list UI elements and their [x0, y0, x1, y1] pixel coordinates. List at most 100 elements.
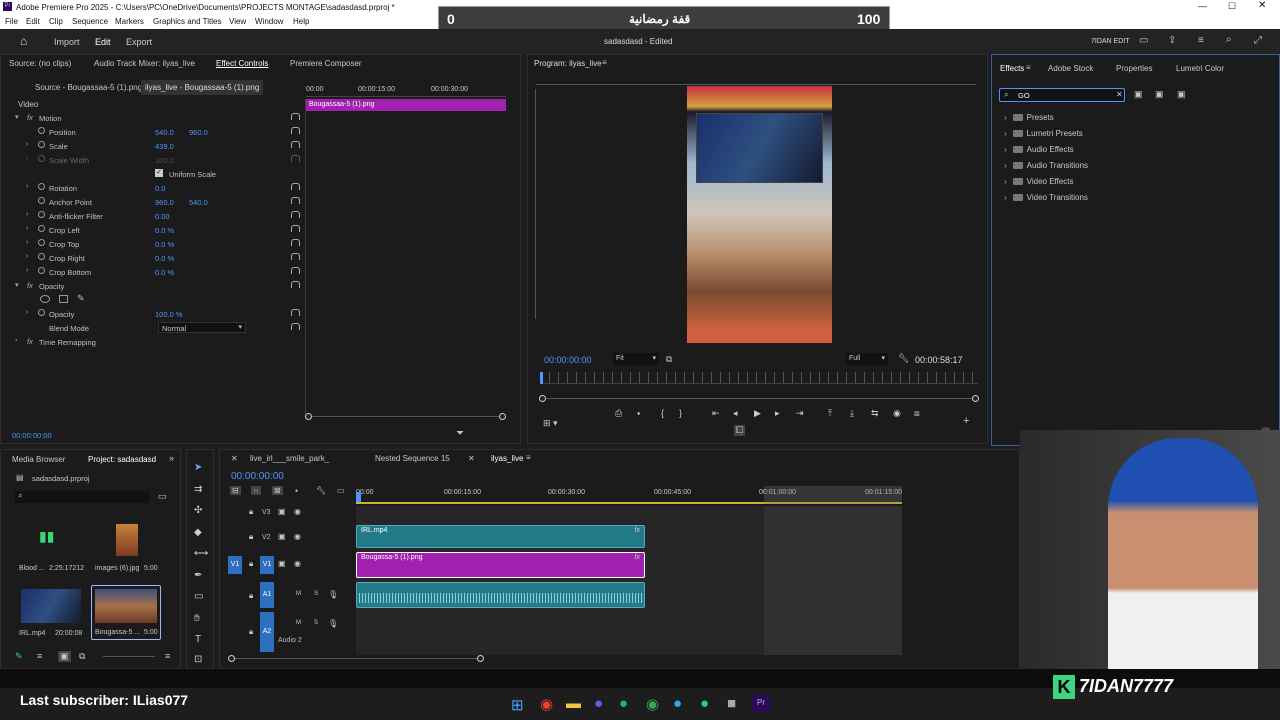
panel-icon[interactable]: ▭: [1139, 35, 1148, 46]
pen-tool-icon[interactable]: ✒: [194, 570, 202, 581]
folder-video-effects[interactable]: › Video Effects: [1004, 177, 1204, 193]
grid-icon[interactable]: ⊞ ▾: [543, 418, 558, 429]
close-icon[interactable]: ✕: [1258, 0, 1266, 11]
project-item[interactable]: IRL.mp4 20:00:08: [15, 585, 85, 640]
prop-motion[interactable]: ▾ fx Motion: [1, 111, 301, 125]
slip-tool-icon[interactable]: ⟷: [194, 548, 208, 559]
seq-tab[interactable]: Nested Sequence 15: [375, 454, 450, 463]
marker-icon[interactable]: ⬩: [637, 408, 640, 419]
seq-tab-active[interactable]: ilyas_live: [491, 454, 523, 463]
lock-icon[interactable]: 🔒︎: [249, 591, 253, 601]
mic-icon[interactable]: 🎙︎: [328, 590, 338, 599]
subtab-sequence-clip[interactable]: ilyas_live - Bougassaa-5 (1).png: [141, 80, 264, 95]
menu-sequence[interactable]: Sequence: [72, 17, 108, 26]
tab-effects[interactable]: Effects: [1000, 64, 1024, 73]
discord-icon[interactable]: ●: [594, 695, 603, 712]
mute-button[interactable]: M: [296, 620, 301, 626]
timeline-zoom-scroll[interactable]: [228, 655, 484, 662]
minimize-icon[interactable]: —: [1198, 1, 1207, 11]
razor-tool-icon[interactable]: ◆: [194, 527, 202, 538]
pencil-icon[interactable]: ✎: [15, 651, 23, 662]
nest-icon[interactable]: ⊟: [230, 486, 241, 495]
timeline-timecode[interactable]: 00:00:00:00: [231, 471, 284, 482]
eye-icon[interactable]: ◉: [294, 559, 301, 568]
eye-icon[interactable]: ◉: [294, 532, 301, 541]
premiere-taskbar-icon[interactable]: Pr: [752, 694, 770, 712]
prop-scale[interactable]: › Scale 439.0: [1, 139, 301, 153]
add-button-icon[interactable]: +: [963, 415, 969, 427]
prop-anchor-point[interactable]: Anchor Point 960.0 540.0: [1, 195, 301, 209]
sync-icon[interactable]: ▣: [278, 507, 286, 516]
ec-timecode[interactable]: 00:00:00:00: [12, 431, 52, 440]
close-tab-icon[interactable]: ✕: [468, 454, 475, 463]
freeform-view-icon[interactable]: ⧉: [79, 651, 85, 662]
track-select-icon[interactable]: ⇉: [194, 484, 202, 495]
32bit-icon[interactable]: ▣: [1155, 89, 1164, 100]
yuv-icon[interactable]: ▣: [1177, 89, 1186, 100]
tab-export[interactable]: Export: [126, 37, 152, 47]
program-scrubber[interactable]: [540, 372, 978, 384]
track-header-v2[interactable]: V2 🔒︎ ▣ ◉: [220, 530, 354, 546]
close-tab-icon[interactable]: ✕: [231, 454, 238, 463]
playhead[interactable]: [540, 372, 543, 384]
menu-window[interactable]: Window: [255, 17, 283, 26]
go-to-out-icon[interactable]: ⇥: [796, 408, 804, 419]
list-view-icon[interactable]: ≡: [37, 651, 42, 661]
wrench-icon[interactable]: 🔧︎: [898, 353, 909, 364]
export-frame-icon[interactable]: ⎙: [615, 408, 622, 419]
spotify-icon[interactable]: ●: [619, 695, 628, 712]
step-back-icon[interactable]: ◂: [733, 408, 738, 419]
sync-icon[interactable]: ▣: [278, 559, 286, 568]
prop-blend-mode[interactable]: Blend Mode Normal ▾: [1, 321, 301, 335]
solo-button[interactable]: S: [314, 591, 318, 597]
tab-import[interactable]: Import: [54, 37, 80, 47]
playhead-marker[interactable]: [356, 492, 361, 502]
program-zoom-scroll[interactable]: [539, 395, 979, 402]
clip-png[interactable]: Bougassa-5 (1).png fx: [356, 552, 645, 578]
prop-position[interactable]: Position 540.0 960.0: [1, 125, 301, 139]
go-to-in-icon[interactable]: ⇤: [712, 408, 720, 419]
lock-icon[interactable]: 🔒︎: [249, 627, 253, 637]
sort-icon[interactable]: ≡: [165, 651, 170, 661]
ellipse-mask-icon[interactable]: [40, 295, 50, 303]
windows-start-icon[interactable]: ⊞: [511, 696, 524, 714]
eye-icon[interactable]: ◉: [294, 507, 301, 516]
tab-project[interactable]: Project: sadasdasd: [88, 455, 156, 464]
icon-view-icon[interactable]: ▣: [58, 651, 71, 662]
track-header-a1[interactable]: 🔒︎ A1 M S 🎙︎: [220, 582, 354, 608]
filter-icon[interactable]: ⏷: [456, 428, 464, 439]
project-item-selected[interactable]: Bougassa-5 ... 5:00: [91, 585, 161, 640]
accelerated-icon[interactable]: ▣: [1134, 89, 1143, 100]
fullscreen-icon[interactable]: ⤢: [1254, 35, 1262, 46]
menu-clip[interactable]: Clip: [49, 17, 63, 26]
chrome-alt-icon[interactable]: ◉: [646, 695, 659, 713]
blend-mode-select[interactable]: Normal ▾: [158, 322, 246, 333]
expand-panels-icon[interactable]: »: [169, 453, 174, 463]
type-tool-icon[interactable]: T: [195, 634, 201, 645]
linked-icon[interactable]: ⊠: [272, 486, 283, 495]
lift-icon[interactable]: ⤒: [828, 408, 832, 419]
track-header-v3[interactable]: V3 🔒︎ ▣ ◉: [220, 505, 354, 521]
clip-audio[interactable]: [356, 582, 645, 608]
camera-icon[interactable]: ◉: [893, 408, 901, 419]
panel-menu-icon[interactable]: ≡: [526, 453, 531, 462]
folder-video-transitions[interactable]: › Video Transitions: [1004, 193, 1204, 209]
effects-search-input[interactable]: GO: [1018, 91, 1030, 100]
tab-source[interactable]: Source: (no clips): [9, 59, 71, 68]
app-icon-generic[interactable]: ■: [727, 695, 736, 712]
menu-file[interactable]: File: [5, 17, 18, 26]
prop-crop-right[interactable]: › Crop Right 0.0 %: [1, 251, 301, 265]
lock-icon[interactable]: 🔒︎: [249, 559, 253, 569]
search-icon[interactable]: ⌕: [1226, 34, 1232, 45]
video-frame[interactable]: [687, 86, 832, 343]
sync-icon[interactable]: ▣: [278, 532, 286, 541]
prop-uniform-scale[interactable]: ✓ Uniform Scale: [1, 167, 301, 181]
share-icon[interactable]: ⇪: [1168, 35, 1176, 46]
prop-anti-flicker[interactable]: › Anti-flicker Filter 0.00: [1, 209, 301, 223]
add-marker-icon[interactable]: ⬩: [295, 486, 298, 496]
snap-icon[interactable]: ∩: [251, 486, 261, 495]
folder-lumetri-presets[interactable]: › Lumetri Presets: [1004, 129, 1204, 145]
lock-icon[interactable]: 🔒︎: [249, 507, 253, 517]
effects-search-box[interactable]: ⌕ GO ✕: [999, 88, 1125, 102]
settings-icon[interactable]: 🔧︎: [316, 486, 326, 495]
